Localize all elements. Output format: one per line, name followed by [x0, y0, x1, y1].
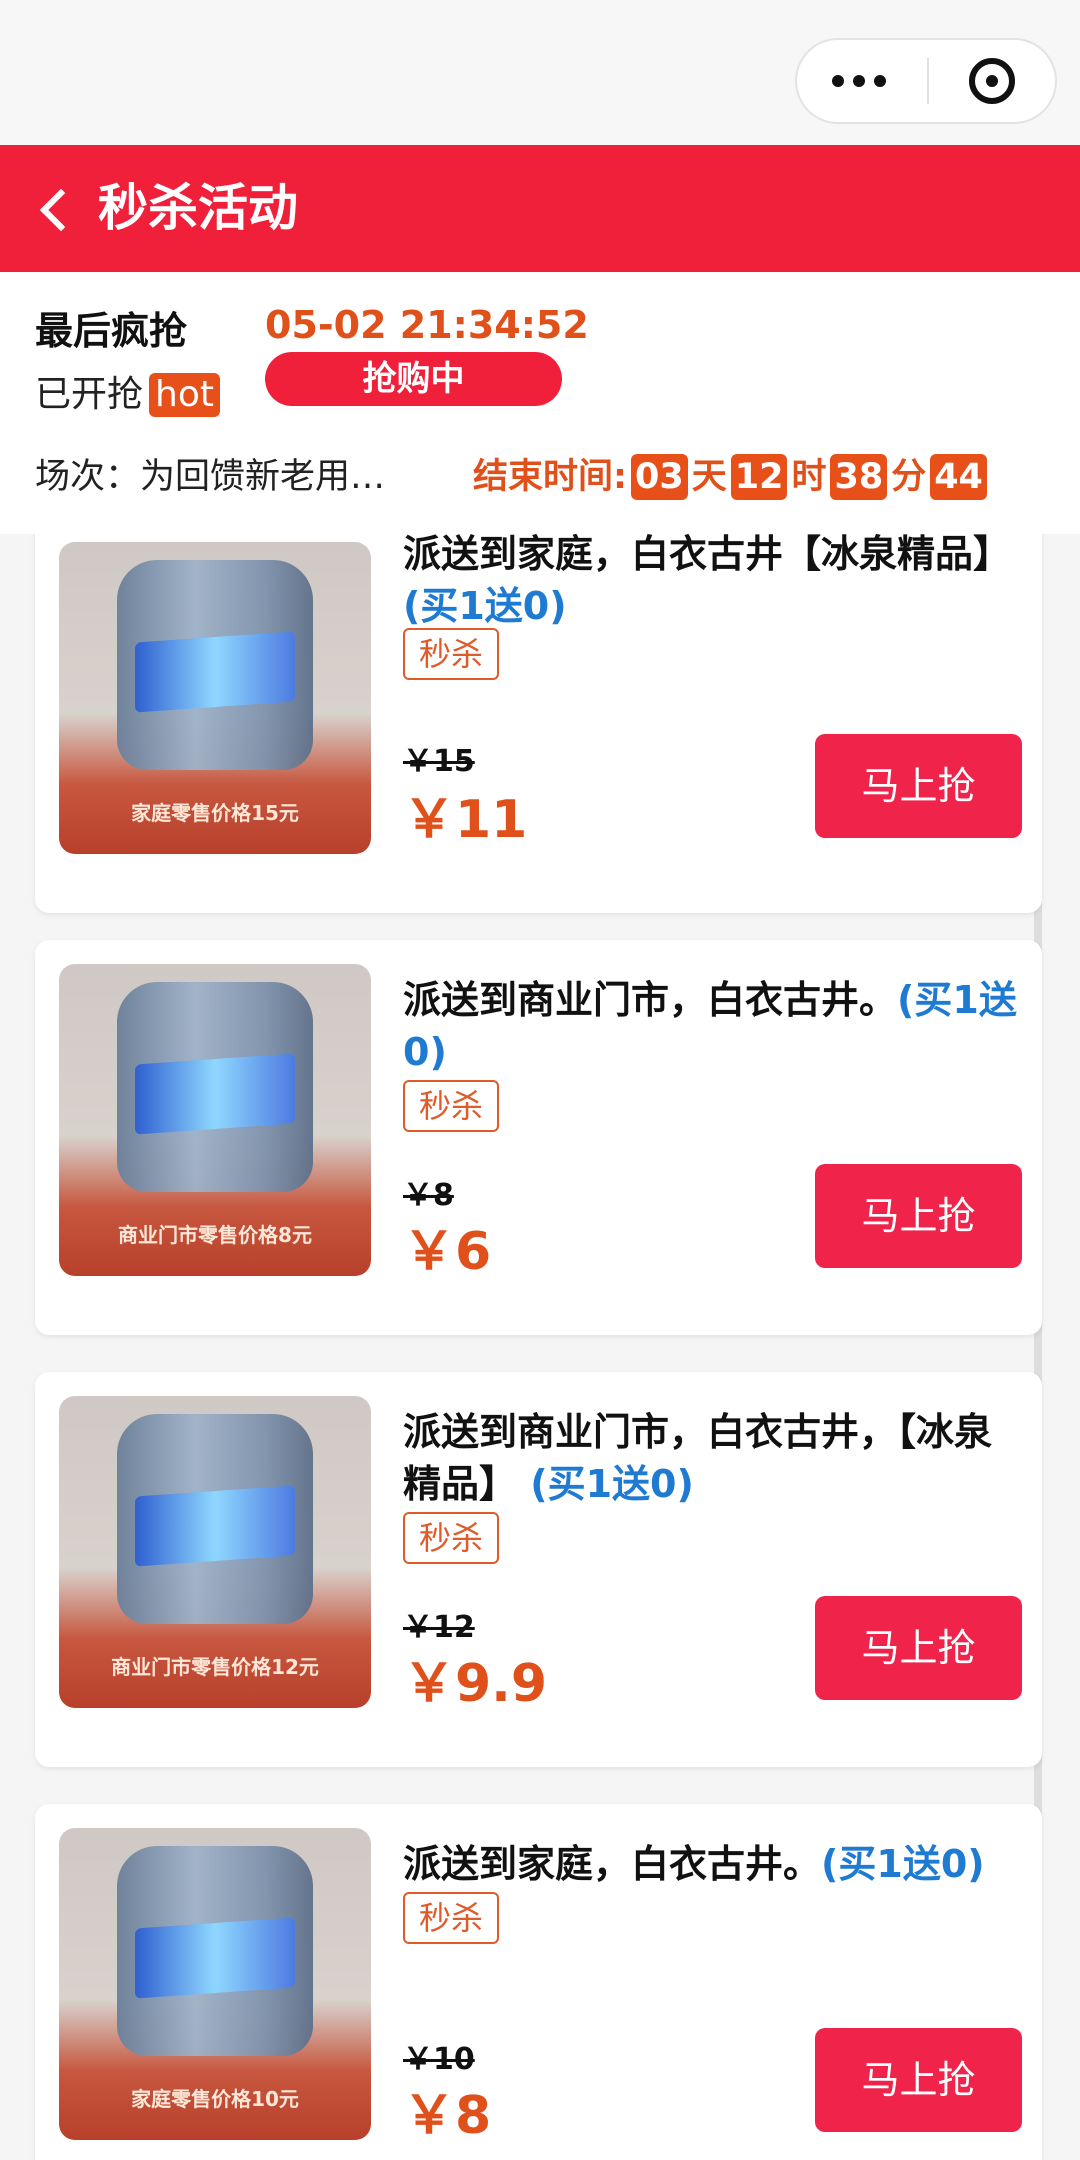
- flash-sale-info: 最后疯抢 已开抢 hot 05-02 21:34:52 抢购中 场次：为回馈新老用…: [0, 272, 1080, 534]
- started-label: 已开抢 hot: [35, 370, 220, 420]
- countdown-hours: 12: [730, 454, 788, 500]
- end-label: 结束时间:: [473, 457, 627, 497]
- original-price: ￥15: [403, 744, 475, 779]
- sale-price: ￥8: [403, 2086, 492, 2146]
- product-name-text: 派送到家庭，白衣古井【冰泉精品】: [403, 534, 1012, 576]
- image-caption: 家庭零售价格10元: [131, 2087, 299, 2111]
- started-text: 已开抢: [35, 374, 144, 415]
- product-name-text: 派送到家庭，白衣古井。: [403, 1842, 822, 1886]
- product-image[interactable]: 商业门市零售价格12元: [59, 1396, 371, 1708]
- original-price: ￥10: [403, 2042, 475, 2077]
- product-image[interactable]: 家庭零售价格15元: [59, 542, 371, 854]
- product-name: 派送到家庭，白衣古井【冰泉精品】 (买1送0): [403, 534, 1023, 632]
- flash-sale-tag: 秒杀: [403, 1892, 499, 1944]
- flash-sale-tag: 秒杀: [403, 628, 499, 680]
- grab-button[interactable]: 马上抢: [815, 1164, 1022, 1268]
- top-bar: [0, 0, 1080, 145]
- last-rush-label: 最后疯抢: [35, 309, 188, 353]
- promo-text: (买1送0): [530, 1462, 694, 1506]
- back-icon[interactable]: [30, 175, 90, 241]
- promo-text: (买1送0): [821, 1842, 985, 1886]
- promo-text: (买1送0): [403, 584, 567, 628]
- product-list[interactable]: 家庭零售价格15元 派送到家庭，白衣古井【冰泉精品】 (买1送0) 秒杀 ￥15…: [0, 534, 1080, 2160]
- product-name-text: 派送到商业门市，白衣古井。: [403, 978, 898, 1022]
- product-card[interactable]: 家庭零售价格15元 派送到家庭，白衣古井【冰泉精品】 (买1送0) 秒杀 ￥15…: [35, 534, 1042, 913]
- sale-price: ￥11: [403, 790, 528, 850]
- grab-button[interactable]: 马上抢: [815, 734, 1022, 838]
- countdown-minutes: 38: [830, 454, 888, 500]
- product-card[interactable]: 家庭零售价格10元 派送到家庭，白衣古井。(买1送0) 秒杀 ￥10 ￥8 马上…: [35, 1804, 1042, 2160]
- product-name-text: 派送到商业门市，白衣古井，【冰泉精品】: [403, 1410, 993, 1506]
- image-caption: 商业门市零售价格12元: [111, 1655, 319, 1679]
- image-caption: 家庭零售价格15元: [131, 801, 299, 825]
- grab-button[interactable]: 马上抢: [815, 1596, 1022, 1700]
- minutes-unit: 分: [891, 457, 927, 497]
- product-name: 派送到家庭，白衣古井。(买1送0): [403, 1838, 1023, 1890]
- close-target-icon[interactable]: [969, 58, 1015, 104]
- more-icon[interactable]: [797, 40, 927, 122]
- hours-unit: 时: [791, 457, 827, 497]
- end-countdown: 结束时间: 03 天 12 时 38 分 44: [473, 452, 991, 502]
- countdown-days: 03: [631, 454, 688, 500]
- original-price: ￥8: [403, 1178, 454, 1213]
- sale-price: ￥6: [403, 1222, 492, 1282]
- product-name: 派送到商业门市，白衣古井。(买1送0): [403, 974, 1023, 1078]
- countdown-seconds: 44: [930, 454, 987, 500]
- session-time: 05-02 21:34:52: [265, 303, 589, 347]
- original-price: ￥12: [403, 1610, 475, 1645]
- sale-price: ￥9.9: [403, 1654, 548, 1714]
- product-name: 派送到商业门市，白衣古井，【冰泉精品】 (买1送0): [403, 1406, 1023, 1510]
- mini-program-capsule: [795, 38, 1057, 124]
- capsule-divider: [927, 58, 929, 104]
- page-title: 秒杀活动: [98, 179, 298, 237]
- flash-sale-tag: 秒杀: [403, 1080, 499, 1132]
- flash-sale-tag: 秒杀: [403, 1512, 499, 1564]
- page-header: 秒杀活动: [0, 145, 1080, 272]
- grab-button[interactable]: 马上抢: [815, 2028, 1022, 2132]
- days-unit: 天: [691, 457, 727, 497]
- status-badge[interactable]: 抢购中: [265, 352, 562, 406]
- product-card[interactable]: 商业门市零售价格12元 派送到商业门市，白衣古井，【冰泉精品】 (买1送0) 秒…: [35, 1372, 1042, 1767]
- image-caption: 商业门市零售价格8元: [118, 1223, 312, 1247]
- product-image[interactable]: 家庭零售价格10元: [59, 1828, 371, 2140]
- session-label: 场次：为回馈新老用…: [35, 457, 386, 497]
- hot-badge: hot: [149, 373, 220, 417]
- product-image[interactable]: 商业门市零售价格8元: [59, 964, 371, 1276]
- product-card[interactable]: 商业门市零售价格8元 派送到商业门市，白衣古井。(买1送0) 秒杀 ￥8 ￥6 …: [35, 940, 1042, 1335]
